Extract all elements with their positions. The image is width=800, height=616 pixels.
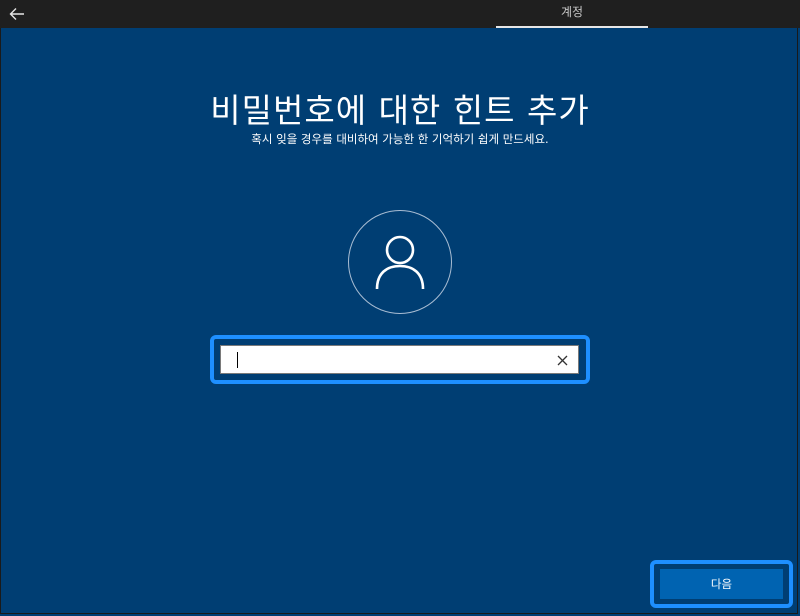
page-subtitle: 혹시 잊을 경우를 대비하여 가능한 한 기억하기 쉽게 만드세요.	[251, 132, 549, 146]
next-button[interactable]: 다음	[660, 569, 783, 599]
close-icon	[557, 355, 567, 365]
back-button[interactable]	[6, 3, 28, 25]
text-caret	[237, 352, 238, 368]
arrow-left-icon	[9, 8, 24, 20]
tab-account-label: 계정	[560, 5, 584, 19]
top-bar: 계정	[0, 0, 800, 28]
tab-account: 계정	[496, 0, 648, 28]
clear-button[interactable]	[552, 350, 572, 370]
page-title: 비밀번호에 대한 힌트 추가	[210, 91, 590, 130]
hint-input[interactable]	[220, 345, 579, 374]
tab-underline	[496, 26, 648, 28]
avatar	[348, 210, 452, 314]
user-icon	[375, 235, 425, 290]
